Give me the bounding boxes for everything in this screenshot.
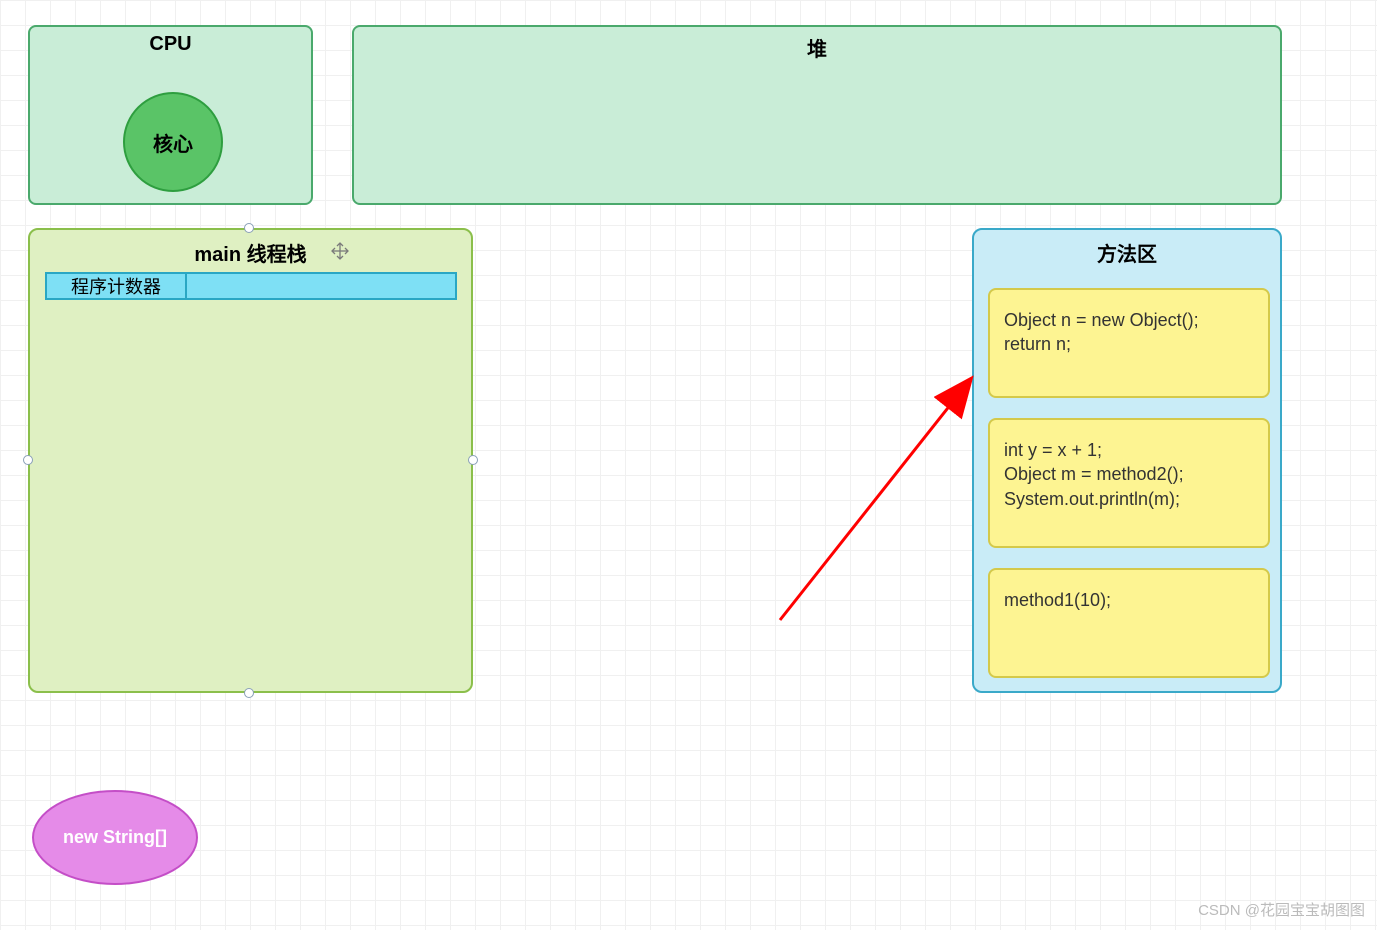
method-area-title: 方法区 [974, 230, 1280, 267]
selection-handle[interactable] [468, 455, 478, 465]
program-counter-value [185, 272, 457, 300]
arrow-to-method [770, 370, 990, 630]
stack-title-label: main 线程栈 [194, 244, 306, 266]
watermark: CSDN @花园宝宝胡图图 [1198, 899, 1365, 920]
cpu-title: CPU [30, 27, 311, 56]
heap-box: 堆 [352, 25, 1282, 205]
new-string-label: new String[] [63, 827, 167, 848]
program-counter-row: 程序计数器 [45, 272, 457, 300]
selection-handle[interactable] [244, 688, 254, 698]
cpu-box: CPU 核心 [28, 25, 313, 205]
program-counter-label: 程序计数器 [45, 272, 185, 300]
selection-handle[interactable] [244, 223, 254, 233]
move-icon[interactable] [330, 241, 350, 261]
code-block: Object n = new Object(); return n; [988, 288, 1270, 398]
selection-handle[interactable] [23, 455, 33, 465]
cpu-core: 核心 [123, 92, 223, 192]
cpu-core-label: 核心 [153, 128, 193, 157]
new-string-ellipse: new String[] [32, 790, 198, 885]
heap-title: 堆 [354, 27, 1280, 62]
code-block: method1(10); [988, 568, 1270, 678]
main-thread-stack-box[interactable]: main 线程栈 程序计数器 [28, 228, 473, 693]
method-area-box: 方法区 Object n = new Object(); return n; i… [972, 228, 1282, 693]
code-block: int y = x + 1; Object m = method2(); Sys… [988, 418, 1270, 548]
stack-title: main 线程栈 [30, 230, 471, 267]
